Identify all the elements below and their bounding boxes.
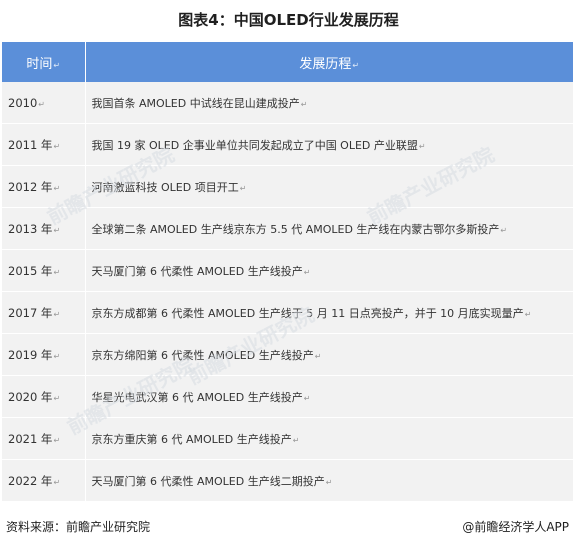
row-event: 天马厦门第 6 代柔性 AMOLED 生产线二期投产↵ xyxy=(85,459,573,502)
row-year: 2017 年↵ xyxy=(2,291,86,334)
row-year: 2020 年↵ xyxy=(2,375,86,418)
table-row: 2015 年↵ 天马厦门第 6 代柔性 AMOLED 生产线投产↵ xyxy=(2,249,573,292)
table-row: 2011 年↵ 我国 19 家 OLED 企事业单位共同发起成立了中国 OLED … xyxy=(2,123,573,166)
table-header-row: 时间↵ 发展历程↵ xyxy=(2,42,573,82)
row-event: 我国首条 AMOLED 中试线在昆山建成投产↵ xyxy=(85,82,573,124)
table-row: 2022 年↵ 天马厦门第 6 代柔性 AMOLED 生产线二期投产↵ xyxy=(2,459,573,502)
row-year: 2012 年↵ xyxy=(2,165,86,208)
row-year: 2015 年↵ xyxy=(2,249,86,292)
table-row: 2021 年↵ 京东方重庆第 6 代 AMOLED 生产线投产↵ xyxy=(2,417,573,460)
row-year: 2022 年↵ xyxy=(2,459,86,502)
row-year: 2011 年↵ xyxy=(2,123,86,166)
row-year: 2021 年↵ xyxy=(2,417,86,460)
row-event: 天马厦门第 6 代柔性 AMOLED 生产线投产↵ xyxy=(85,249,573,292)
row-year: 2013 年↵ xyxy=(2,207,86,250)
row-event: 华星光电武汉第 6 代 AMOLED 生产线投产↵ xyxy=(85,375,573,418)
table-row: 2017 年↵ 京东方成都第 6 代柔性 AMOLED 生产线于 5 月 11 日… xyxy=(2,291,573,334)
row-event: 京东方成都第 6 代柔性 AMOLED 生产线于 5 月 11 日点亮投产，并于… xyxy=(85,291,573,334)
table-row: 2010↵ 我国首条 AMOLED 中试线在昆山建成投产↵ xyxy=(2,82,573,124)
chart-title: 图表4：中国OLED行业发展历程 xyxy=(178,11,399,29)
table-row: 2013 年↵ 全球第二条 AMOLED 生产线京东方 5.5 代 AMOLED … xyxy=(2,207,573,250)
row-event: 河南激蓝科技 OLED 项目开工↵ xyxy=(85,165,573,208)
row-event: 我国 19 家 OLED 企事业单位共同发起成立了中国 OLED 产业联盟↵ xyxy=(85,123,573,166)
table-row: 2019 年↵ 京东方绵阳第 6 代柔性 AMOLED 生产线投产↵ xyxy=(2,333,573,376)
row-event: 京东方重庆第 6 代 AMOLED 生产线投产↵ xyxy=(85,417,573,460)
header-time: 时间↵ xyxy=(2,42,86,82)
source-note: 资料来源：前瞻产业研究院 xyxy=(6,520,151,534)
table-row: 2020 年↵ 华星光电武汉第 6 代 AMOLED 生产线投产↵ xyxy=(2,375,573,418)
table-row: 2012 年↵ 河南激蓝科技 OLED 项目开工↵ xyxy=(2,165,573,208)
row-event: 京东方绵阳第 6 代柔性 AMOLED 生产线投产↵ xyxy=(85,333,573,376)
header-history: 发展历程↵ xyxy=(85,42,573,82)
history-table-container: 时间↵ 发展历程↵ 2010↵ 我国首条 AMOLED 中试线在昆山建成投产↵ 20… xyxy=(2,42,573,504)
row-year: 2010↵ xyxy=(2,82,86,124)
credit-note: @前瞻经济学人APP xyxy=(462,520,569,534)
row-event: 全球第二条 AMOLED 生产线京东方 5.5 代 AMOLED 生产线在内蒙古… xyxy=(85,207,573,250)
row-year: 2019 年↵ xyxy=(2,333,86,376)
history-table: 时间↵ 发展历程↵ 2010↵ 我国首条 AMOLED 中试线在昆山建成投产↵ 20… xyxy=(2,42,573,502)
